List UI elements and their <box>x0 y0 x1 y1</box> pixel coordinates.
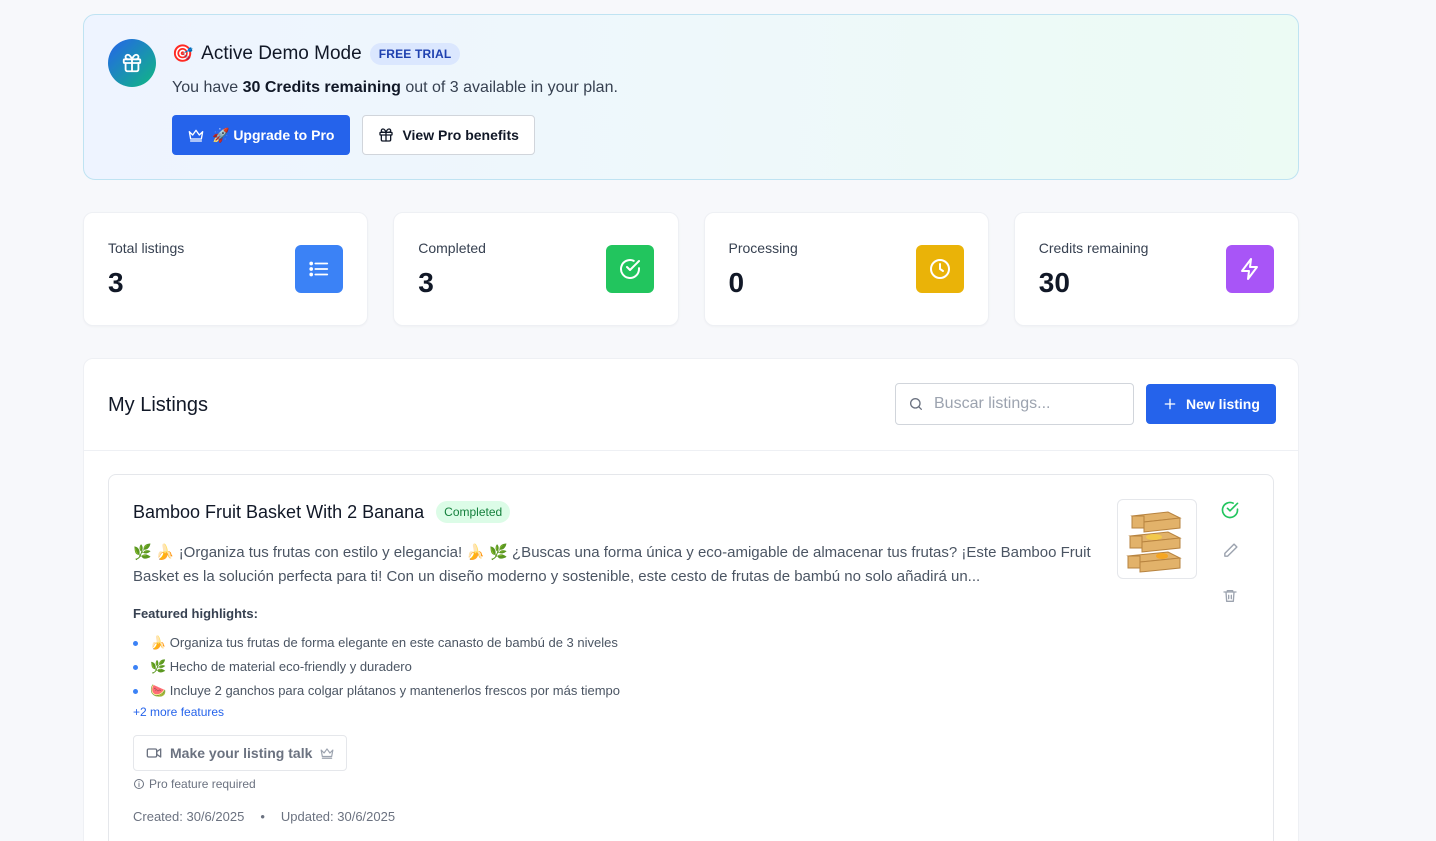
crown-icon <box>188 129 204 142</box>
bullet-icon <box>133 664 138 670</box>
info-icon <box>134 779 144 789</box>
plus-icon <box>1164 398 1176 410</box>
status-badge: Completed <box>436 501 511 523</box>
credits-message-bold: 30 Credits remaining <box>242 79 401 96</box>
gift-icon <box>108 39 156 87</box>
stat-label: Total listings <box>108 240 185 256</box>
view-pro-benefits-button[interactable]: View Pro benefits <box>362 115 535 155</box>
new-listing-label: New listing <box>1186 396 1260 412</box>
stat-label: Processing <box>728 240 798 256</box>
highlight-text: 🌿 Hecho de material eco-friendly y durad… <box>150 659 412 674</box>
new-listing-button[interactable]: New listing <box>1146 384 1276 424</box>
banner-title: Active Demo Mode <box>201 43 362 64</box>
listings-title: My Listings <box>108 394 209 416</box>
demo-mode-banner: 🎯 Active Demo Mode FREE TRIAL You have 3… <box>83 14 1299 180</box>
highlight-text: 🍌 Organiza tus frutas de forma elegante … <box>150 635 618 650</box>
stat-value: 0 <box>728 267 745 298</box>
dashboard: 🎯 Active Demo Mode FREE TRIAL You have 3… <box>83 14 1299 841</box>
highlight-text: 🍉 Incluye 2 ganchos para colgar plátanos… <box>150 683 620 698</box>
updated-date: Updated: 30/6/2025 <box>280 809 396 824</box>
list-icon <box>295 245 344 293</box>
video-icon <box>146 748 162 758</box>
list-item: 🍉 Incluye 2 ganchos para colgar plátanos… <box>133 679 620 703</box>
listing-card: Bamboo Fruit Basket With 2 Banana Comple… <box>108 474 1274 841</box>
gift-icon <box>379 128 394 142</box>
stat-completed: Completed 3 <box>393 212 679 326</box>
listings-panel: My Listings New listing Bamboo Fruit Bas… <box>83 358 1299 841</box>
talk-label: Make your listing talk <box>170 745 313 761</box>
list-item: 🌿 Hecho de material eco-friendly y durad… <box>133 655 620 679</box>
search-input[interactable] <box>934 395 1114 413</box>
check-circle-icon <box>605 245 654 293</box>
listing-dates: Created: 30/6/2025 • Updated: 30/6/2025 <box>133 809 395 824</box>
stat-label: Credits remaining <box>1038 240 1149 256</box>
date-separator: • <box>260 809 265 824</box>
edit-pencil-icon[interactable] <box>1219 539 1241 561</box>
stat-processing: Processing 0 <box>703 212 989 326</box>
check-circle-icon[interactable] <box>1219 499 1241 521</box>
credits-message: You have 30 Credits remaining out of 3 a… <box>172 79 618 97</box>
credits-message-prefix: You have <box>172 79 243 96</box>
stat-value: 3 <box>418 267 434 298</box>
listing-description: 🌿 🍌 ¡Organiza tus frutas con estilo y el… <box>133 544 1091 585</box>
bullet-icon <box>133 688 138 694</box>
upgrade-to-pro-button[interactable]: 🚀 Upgrade to Pro <box>172 115 351 155</box>
highlights-title: Featured highlights: <box>133 606 258 621</box>
free-trial-badge: FREE TRIAL <box>369 43 461 65</box>
credits-message-suffix: out of 3 available in your plan. <box>400 79 618 96</box>
listing-title[interactable]: Bamboo Fruit Basket With 2 Banana <box>133 502 424 523</box>
listing-actions <box>1219 499 1241 607</box>
more-features-link[interactable]: +2 more features <box>133 705 224 719</box>
stats-row: Total listings 3 Completed 3 Processing … <box>83 212 1299 326</box>
stat-label: Completed <box>418 240 486 256</box>
benefits-label: View Pro benefits <box>402 127 519 143</box>
pro-required-text: Pro feature required <box>149 777 256 791</box>
upgrade-label: 🚀 Upgrade to Pro <box>212 126 335 143</box>
search-box <box>895 383 1134 425</box>
listing-thumbnail[interactable] <box>1117 499 1197 579</box>
listing-title-row: Bamboo Fruit Basket With 2 Banana Comple… <box>133 501 511 523</box>
stat-total-listings: Total listings 3 <box>83 212 369 326</box>
banner-actions: 🚀 Upgrade to Pro View Pro benefits <box>172 115 535 155</box>
banner-title-row: 🎯 Active Demo Mode FREE TRIAL <box>172 43 461 65</box>
stat-value: 30 <box>1038 267 1070 298</box>
clock-icon <box>915 245 964 293</box>
pro-required-note: Pro feature required <box>133 777 256 791</box>
search-icon <box>910 398 922 410</box>
listings-header: My Listings New listing <box>84 359 1298 451</box>
list-item: 🍌 Organiza tus frutas de forma elegante … <box>133 631 620 655</box>
make-listing-talk-button[interactable]: Make your listing talk <box>133 735 348 771</box>
highlights-list: 🍌 Organiza tus frutas de forma elegante … <box>133 631 620 703</box>
trash-icon[interactable] <box>1219 585 1241 607</box>
target-icon: 🎯 <box>172 44 194 63</box>
bullet-icon <box>133 640 138 646</box>
crown-icon <box>320 748 334 759</box>
stat-credits-remaining: Credits remaining 30 <box>1013 212 1299 326</box>
stat-value: 3 <box>108 267 124 298</box>
lightning-icon <box>1226 245 1274 293</box>
created-date: Created: 30/6/2025 <box>133 809 245 824</box>
